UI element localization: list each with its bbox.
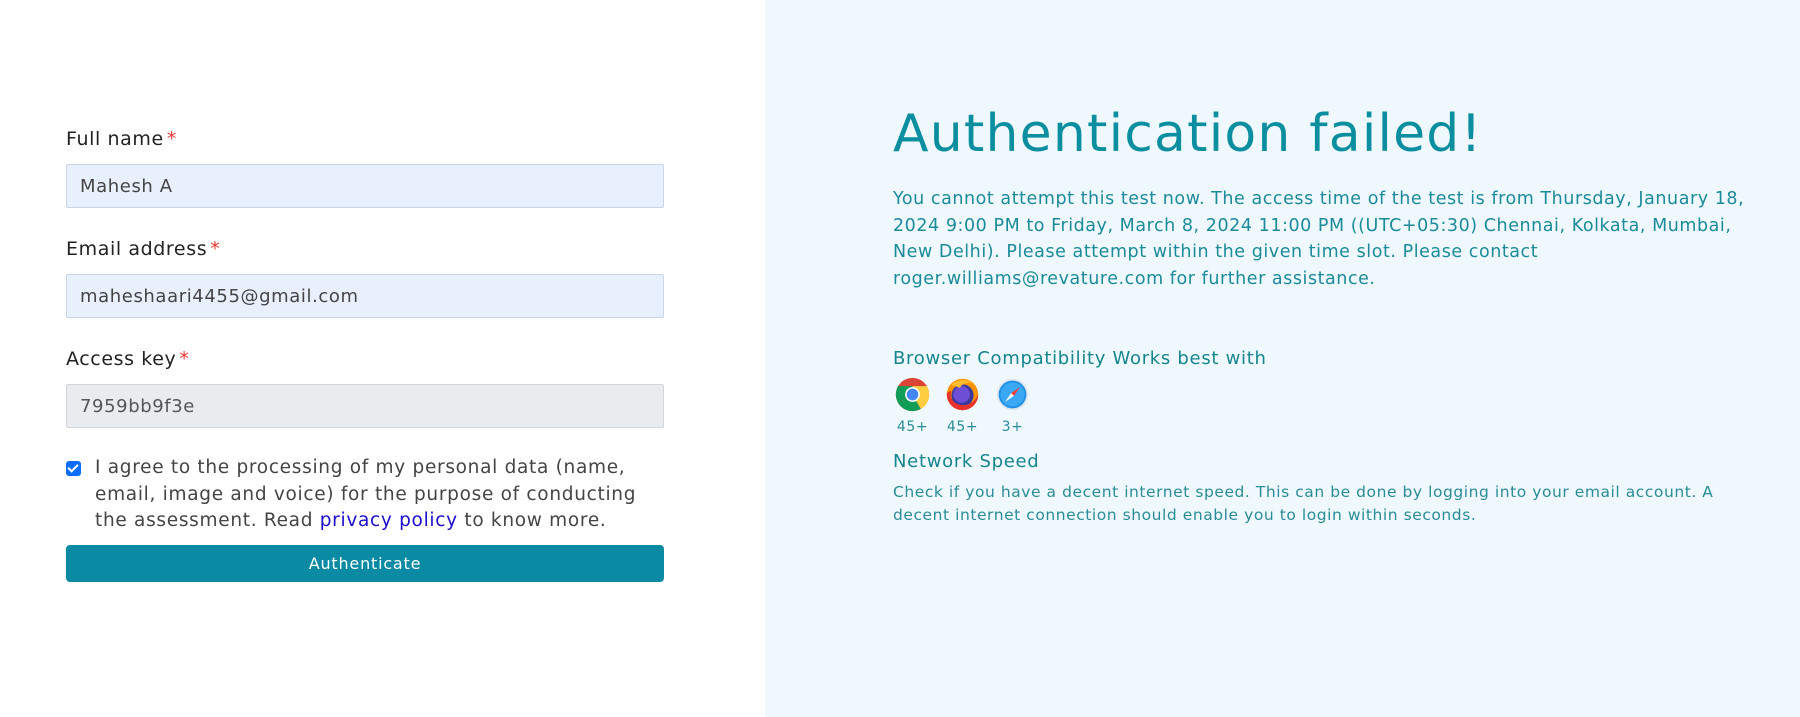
safari-icon [996, 378, 1029, 411]
network-speed-text: Check if you have a decent internet spee… [893, 483, 1714, 524]
browser-compatibility-title: Browser Compatibility Works best with [893, 348, 1267, 369]
status-message: You cannot attempt this test now. The ac… [893, 189, 1745, 289]
consent-text: I agree to the processing of my personal… [95, 457, 637, 531]
network-speed-title: Network Speed [893, 451, 1040, 472]
email-field: Email address * [66, 236, 664, 318]
authenticate-button[interactable]: Authenticate [66, 544, 664, 582]
info-panel: Authentication failed! You cannot attemp… [765, 0, 1800, 717]
required-mark: * [166, 128, 177, 150]
email-input[interactable] [66, 274, 664, 318]
info-content: Authentication failed! You cannot attemp… [893, 102, 1773, 526]
full-name-input[interactable] [66, 164, 664, 208]
access-key-field: Access key * [66, 346, 664, 428]
required-mark: * [179, 348, 190, 370]
access-key-label: Access key * [66, 348, 190, 370]
privacy-policy-link[interactable]: privacy policy [320, 510, 458, 531]
authentication-form: Full name* Email address* Access key* I … [66, 126, 664, 582]
required-mark: * [210, 238, 221, 260]
chrome-icon [895, 377, 930, 412]
email-label: Email address * [66, 238, 221, 260]
firefox-icon [946, 378, 979, 411]
full-name-label: Full name * [66, 128, 177, 150]
page: Full name* Email address* Access key* I … [0, 0, 1800, 717]
browser-list: 45+ 45+ 3+ [893, 376, 1773, 435]
form-panel: Full name* Email address* Access key* I … [0, 0, 765, 717]
consent-row: I agree to the processing of my personal… [66, 455, 664, 535]
browser-item-safari: 3+ [982, 376, 1043, 435]
browser-version: 3+ [1001, 419, 1024, 435]
consent-checkbox[interactable] [66, 461, 81, 476]
access-key-input[interactable] [66, 384, 664, 428]
status-title: Authentication failed! [893, 104, 1483, 164]
full-name-field: Full name * [66, 126, 664, 208]
